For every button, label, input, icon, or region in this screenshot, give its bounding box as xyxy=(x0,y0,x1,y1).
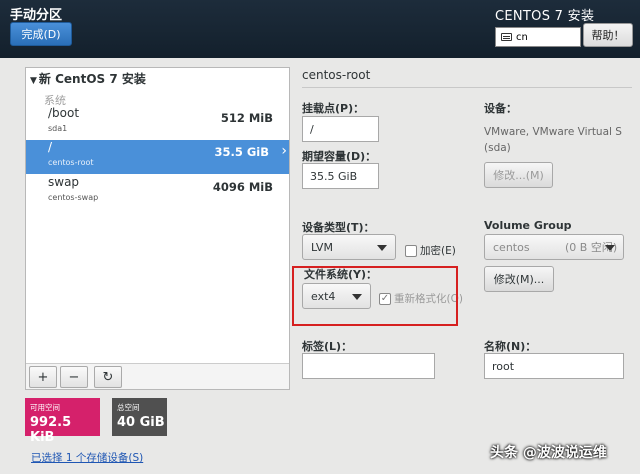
tree-root[interactable]: ▼ 新 CentOS 7 安装 xyxy=(30,70,146,87)
device-info: VMware, VMware Virtual S (sda) xyxy=(484,126,622,154)
checkbox-icon xyxy=(405,244,417,257)
keyboard-layout-label: cn xyxy=(516,31,528,43)
mount-row-swap[interactable]: swap centos-swap 4096 MiB xyxy=(26,175,289,209)
device-name: sda1 xyxy=(48,124,68,133)
product-title: CENTOS 7 安装 xyxy=(495,9,595,24)
partition-toolbar: + − ↻ xyxy=(26,363,289,389)
capacity-input[interactable]: 35.5 GiB xyxy=(302,163,379,189)
volume-group-select[interactable]: centos (0 B 空闲) xyxy=(484,234,624,260)
tag-label: 标签(L)： xyxy=(302,340,353,353)
mount-row-root[interactable]: / centos-root 35.5 GiB › xyxy=(26,140,289,174)
available-space-box: 可用空间 992.5 KiB xyxy=(25,398,100,445)
device-name: centos-swap xyxy=(48,193,99,202)
refresh-button[interactable]: ↻ xyxy=(94,366,122,388)
device-name: centos-root xyxy=(48,158,94,167)
page-title: 手动分区 xyxy=(10,8,63,23)
partition-tree: ▼ 新 CentOS 7 安装 系统 /boot sda1 512 MiB / c… xyxy=(25,67,290,390)
device-type-value: LVM xyxy=(311,240,333,254)
expand-triangle-icon[interactable]: ▼ xyxy=(30,76,37,86)
device-type-select[interactable]: LVM xyxy=(302,234,396,260)
help-button[interactable]: 帮助！ xyxy=(583,23,633,47)
name-label: 名称(N)： xyxy=(484,340,537,353)
volume-group-label: Volume Group xyxy=(484,219,572,232)
modify-vg-button[interactable]: 修改(M)... xyxy=(484,266,554,292)
mount-row-boot[interactable]: /boot sda1 512 MiB xyxy=(26,106,289,140)
encrypt-label: 加密(E) xyxy=(420,245,456,257)
device-label: 设备： xyxy=(484,102,517,115)
encrypt-checkbox[interactable]: 加密(E) xyxy=(405,243,456,258)
mount-point: / xyxy=(48,140,53,154)
capacity-label: 期望容量(D)： xyxy=(302,150,377,163)
name-input[interactable]: root xyxy=(484,353,624,379)
modify-device-button[interactable]: 修改...(M) xyxy=(484,162,553,188)
chevron-right-icon: › xyxy=(281,143,287,159)
chevron-down-icon xyxy=(377,245,387,251)
tag-input[interactable] xyxy=(302,353,435,379)
tree-root-label: 新 CentOS 7 安装 xyxy=(38,72,146,86)
keyboard-layout-indicator[interactable]: cn xyxy=(495,27,581,47)
chevron-down-icon xyxy=(605,245,615,251)
watermark: 头条 @波波说运维 xyxy=(490,445,607,461)
total-space-box: 总空间 40 GiB xyxy=(112,398,167,436)
mount-size: 35.5 GiB xyxy=(214,145,269,159)
header-bar: 手动分区 完成(D) CENTOS 7 安装 cn 帮助！ xyxy=(0,0,640,58)
mount-size: 4096 MiB xyxy=(212,180,273,194)
available-space-value: 992.5 KiB xyxy=(30,415,72,445)
mount-point: swap xyxy=(48,175,80,189)
done-button[interactable]: 完成(D) xyxy=(10,22,72,46)
storage-devices-link[interactable]: 已选择 1 个存储设备(S) xyxy=(31,450,143,465)
total-space-label: 总空间 xyxy=(117,403,140,412)
mount-point-label: 挂载点(P)： xyxy=(302,102,365,115)
total-space-value: 40 GiB xyxy=(117,415,165,430)
keyboard-icon xyxy=(501,33,512,41)
mount-size: 512 MiB xyxy=(220,111,273,125)
add-partition-button[interactable]: + xyxy=(29,366,57,388)
divider xyxy=(302,87,632,88)
device-type-label: 设备类型(T)： xyxy=(302,221,375,234)
volume-group-value: centos xyxy=(493,240,530,254)
mount-point-input[interactable]: / xyxy=(302,116,379,142)
mount-point: /boot xyxy=(48,106,80,120)
available-space-label: 可用空间 xyxy=(30,403,60,412)
remove-partition-button[interactable]: − xyxy=(60,366,88,388)
partition-name-heading: centos-root xyxy=(302,68,371,82)
highlight-annotation xyxy=(292,266,458,326)
